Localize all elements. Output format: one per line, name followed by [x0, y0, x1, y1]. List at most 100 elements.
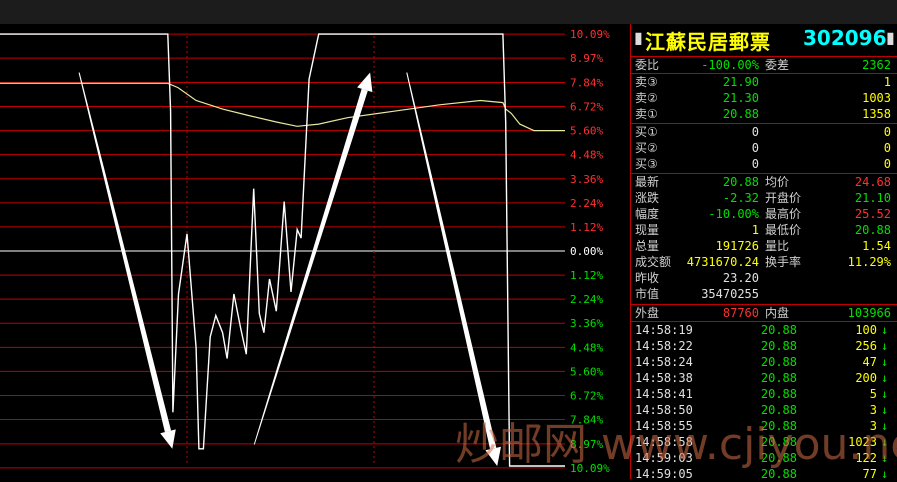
- y-tick-label: 6.72%: [570, 389, 603, 402]
- tick-time: 14:58:19: [635, 323, 693, 337]
- bid-row: 买① 0 0: [631, 124, 897, 140]
- bid-row: 买③ 0 0: [631, 156, 897, 172]
- title-mark-right: ▮: [886, 28, 895, 47]
- tick-price: 20.88: [760, 323, 797, 337]
- stat-row: 最新 20.88 均价 24.68: [631, 174, 897, 190]
- tick-time: 14:58:38: [635, 371, 693, 385]
- y-tick-label: 4.48%: [570, 149, 603, 162]
- bid-price: 0: [751, 125, 759, 139]
- stat-label-2: 量比: [765, 239, 790, 253]
- stat-value-2: 11.29%: [847, 255, 891, 269]
- bid-price: 0: [751, 157, 759, 171]
- stat-label: 市值: [635, 287, 660, 301]
- stat-value: 23.20: [722, 271, 759, 285]
- bid-label: 买②: [635, 141, 658, 155]
- tick-volume: 200: [855, 371, 877, 385]
- tick-row: 14:58:38 20.88 200 ↓: [631, 370, 897, 386]
- bid-row: 买② 0 0: [631, 140, 897, 156]
- stat-label: 成交额: [635, 255, 672, 269]
- stat-row: 幅度 -10.00% 最高价 25.52: [631, 206, 897, 222]
- weicha-label: 委差: [765, 58, 790, 72]
- stat-value: 1: [751, 223, 759, 237]
- ask-price: 21.90: [722, 75, 759, 89]
- tick-row: 14:58:22 20.88 256 ↓: [631, 338, 897, 354]
- tick-price: 20.88: [760, 355, 797, 369]
- tick-time: 14:58:41: [635, 387, 693, 401]
- stat-row: 涨跌 -2.32 开盘价 21.10: [631, 190, 897, 206]
- stat-label: 现量: [635, 223, 660, 237]
- stat-label: 最新: [635, 175, 660, 189]
- stat-label-2: 均价: [765, 175, 790, 189]
- stat-value-2: 1.54: [862, 239, 891, 253]
- stat-label-2: 换手率: [765, 255, 802, 269]
- arrow-shaft: [406, 72, 497, 450]
- arrow-shaft: [253, 88, 368, 445]
- tick-row: 14:58:41 20.88 5 ↓: [631, 386, 897, 402]
- bid-label: 买③: [635, 157, 658, 171]
- stat-label: 涨跌: [635, 191, 660, 205]
- ask-row: 卖① 20.88 1358: [631, 106, 897, 122]
- y-tick-label: 3.36%: [570, 317, 603, 330]
- y-tick-label: 10.09%: [570, 28, 610, 41]
- stat-label-2: 最高价: [765, 207, 802, 221]
- y-tick-label: 5.60%: [570, 365, 603, 378]
- ask-volume: 1003: [862, 91, 891, 105]
- y-tick-label: 6.72%: [570, 101, 603, 114]
- ask-price: 21.30: [722, 91, 759, 105]
- watermark: 炒邮网 www.cjiyou.net: [455, 419, 897, 470]
- tick-arrow: ↓: [881, 371, 889, 385]
- stat-value-2: 25.52: [854, 207, 891, 221]
- stock-title: ▮ 江蘇民居郵票 302096 ▮: [631, 24, 897, 56]
- tick-row: 14:58:19 20.88 100 ↓: [631, 322, 897, 338]
- stat-row: 昨收 23.20: [631, 270, 897, 286]
- bid-price: 0: [751, 141, 759, 155]
- y-tick-label: 8.97%: [570, 52, 603, 65]
- stat-label-2: 开盘价: [765, 191, 802, 205]
- stat-value: -2.32: [722, 191, 759, 205]
- tick-time: 14:58:22: [635, 339, 693, 353]
- stat-value-2: 21.10: [854, 191, 891, 205]
- stat-row: 成交额 4731670.24 换手率 11.29%: [631, 254, 897, 270]
- tick-arrow: ↓: [881, 339, 889, 353]
- stat-value: 191726: [715, 239, 759, 253]
- ask-row: 卖③ 21.90 1: [631, 74, 897, 90]
- y-tick-label: 2.24%: [570, 197, 603, 210]
- y-tick-label: 7.84%: [570, 76, 603, 89]
- tick-volume: 256: [855, 339, 877, 353]
- top-toolbar: [0, 0, 897, 24]
- stat-value: -10.00%: [708, 207, 759, 221]
- tick-volume: 5: [869, 387, 877, 401]
- stat-value-2: 20.88: [854, 223, 891, 237]
- y-tick-label: 1.12%: [570, 221, 603, 234]
- inner-value: 103966: [847, 306, 891, 320]
- tick-arrow: ↓: [881, 387, 889, 401]
- tick-volume: 100: [855, 323, 877, 337]
- y-tick-label: 5.60%: [570, 125, 603, 138]
- weibi-value: -100.00%: [701, 58, 759, 72]
- ask-label: 卖②: [635, 91, 658, 105]
- ask-price: 20.88: [722, 107, 759, 121]
- title-mark-left: ▮: [634, 28, 643, 47]
- bid-volume: 0: [883, 125, 891, 139]
- tick-arrow: ↓: [881, 355, 889, 369]
- tick-row: 14:58:24 20.88 47 ↓: [631, 354, 897, 370]
- y-tick-label: 3.36%: [570, 173, 603, 186]
- arrow-head: [160, 429, 176, 449]
- weibi-row: 委比 -100.00% 委差 2362: [631, 57, 897, 73]
- y-tick-label: 4.48%: [570, 341, 603, 354]
- stat-value: 4731670.24: [686, 255, 759, 269]
- weibi-label: 委比: [635, 58, 660, 72]
- tick-volume: 47: [862, 355, 877, 369]
- inner-label: 内盘: [765, 306, 790, 320]
- outer-value: 87760: [722, 306, 759, 320]
- ask-label: 卖①: [635, 107, 658, 121]
- bid-label: 买①: [635, 125, 658, 139]
- outer-inner-row: 外盘 87760 内盘 103966: [631, 305, 897, 321]
- tick-price: 20.88: [760, 387, 797, 401]
- stat-row: 总量 191726 量比 1.54: [631, 238, 897, 254]
- bid-volume: 0: [883, 141, 891, 155]
- stat-value: 20.88: [722, 175, 759, 189]
- ask-label: 卖③: [635, 75, 658, 89]
- stat-value-2: 24.68: [854, 175, 891, 189]
- stock-code: 302096: [803, 26, 887, 50]
